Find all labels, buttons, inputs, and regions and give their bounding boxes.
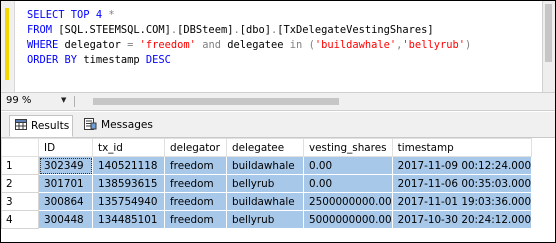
ssms-window: SELECT TOP 4 * FROM [SQL.STEEMSQL.COM].[… [0,0,556,243]
table-row[interactable]: 1 302349 140521118 freedom buildawhale 0… [1,156,533,175]
table-cell[interactable]: 302349 [38,156,93,175]
sql-token: [DBSteem] [177,24,234,36]
table-cell[interactable]: 138593615 [92,174,165,193]
row-number[interactable]: 4 [1,210,39,229]
editor-vertical-scrollbar[interactable] [542,1,555,92]
table-cell[interactable]: 2017-11-06 00:35:03.000 [391,174,533,193]
sql-token: WHERE [27,39,65,51]
table-cell[interactable]: bellyrub [226,174,304,193]
divider [74,96,75,107]
table-cell[interactable]: 301701 [38,174,93,193]
zoom-level[interactable]: 99 % [6,95,31,106]
sql-token: 'freedom' [139,39,203,51]
table-cell[interactable]: freedom [164,174,227,193]
table-row[interactable]: 2 301701 138593615 freedom bellyrub 0.00… [1,174,533,193]
sql-token: [dbo] [239,24,272,36]
row-header-corner[interactable] [1,138,39,157]
sql-token: * [108,9,115,21]
horizontal-scrollbar-thumb[interactable] [93,98,339,105]
table-cell[interactable]: 2500000000.00 [303,192,393,211]
table-cell[interactable]: 134485101 [92,210,165,229]
table-cell[interactable]: buildawhale [226,192,304,211]
change-marker [5,8,9,80]
table-cell[interactable]: 300448 [38,210,93,229]
tab-results[interactable]: Results [9,115,73,137]
table-cell[interactable]: bellyrub [226,210,304,229]
sql-token: and [202,39,228,51]
table-cell[interactable]: 2017-11-09 00:12:24.000 [391,156,533,175]
results-grid: ID tx_id delegator delegatee vesting_sha… [1,138,533,229]
table-cell[interactable]: 2017-11-01 19:03:36.000 [391,192,533,211]
table-cell[interactable]: freedom [164,210,227,229]
sql-token: delegatee [227,39,290,51]
sql-token: [TxDelegateVestingShares] [277,24,434,36]
table-cell[interactable]: 0.00 [303,174,393,193]
column-header[interactable]: ID [38,138,93,157]
table-cell[interactable]: 0.00 [303,156,393,175]
results-tab-bar: Results Messages [1,112,555,138]
messages-icon [84,117,97,133]
sql-token: delegator [64,39,128,51]
sql-token: ORDER BY [27,54,84,66]
table-cell[interactable]: freedom [164,192,227,211]
sql-token: in [289,39,309,51]
editor-zoom-bar: 99 % ▼ [1,92,555,111]
results-grid-panel: ID tx_id delegator delegatee vesting_sha… [1,138,555,242]
row-number[interactable]: 1 [1,156,39,175]
scrollbar-thumb[interactable] [545,4,552,62]
table-cell[interactable]: 2017-10-30 20:24:12.000 [391,210,533,229]
sql-token: 'buildawhale' [314,39,397,51]
sql-token: DESC [145,54,171,66]
editor-gutter [1,1,15,92]
row-number[interactable]: 2 [1,174,39,193]
table-cell[interactable]: 300864 [38,192,93,211]
sql-token: = [127,39,140,51]
row-number[interactable]: 3 [1,192,39,211]
sql-token: 'bellyrub' [402,39,465,51]
sql-token: [SQL.STEEMSQL.COM] [58,24,171,36]
tab-results-label: Results [31,120,70,132]
column-header[interactable]: tx_id [92,138,165,157]
table-cell[interactable]: 140521118 [92,156,165,175]
sql-token: timestamp [83,54,146,66]
table-row[interactable]: 3 300864 135754940 freedom buildawhale 2… [1,192,533,211]
table-row[interactable]: 4 300448 134485101 freedom bellyrub 5000… [1,210,533,229]
chevron-down-icon[interactable]: ▼ [61,96,66,104]
table-cell[interactable]: 135754940 [92,192,165,211]
sql-token: FROM [27,24,59,36]
column-header[interactable]: vesting_shares [303,138,393,157]
column-header[interactable]: timestamp [391,138,533,157]
sql-token: SELECT TOP 4 [27,9,109,21]
table-cell[interactable]: buildawhale [226,156,304,175]
table-cell[interactable]: freedom [164,156,227,175]
table-cell[interactable]: 5000000000.00 [303,210,393,229]
column-header[interactable]: delegatee [226,138,304,157]
query-editor[interactable]: SELECT TOP 4 * FROM [SQL.STEEMSQL.COM].[… [1,1,555,92]
column-header[interactable]: delegator [164,138,227,157]
sql-token: ) [464,39,472,51]
tab-messages[interactable]: Messages [79,115,159,135]
tab-messages-label: Messages [101,119,153,131]
sql-text[interactable]: SELECT TOP 4 * FROM [SQL.STEEMSQL.COM].[… [27,8,471,68]
grid-icon [15,119,27,133]
